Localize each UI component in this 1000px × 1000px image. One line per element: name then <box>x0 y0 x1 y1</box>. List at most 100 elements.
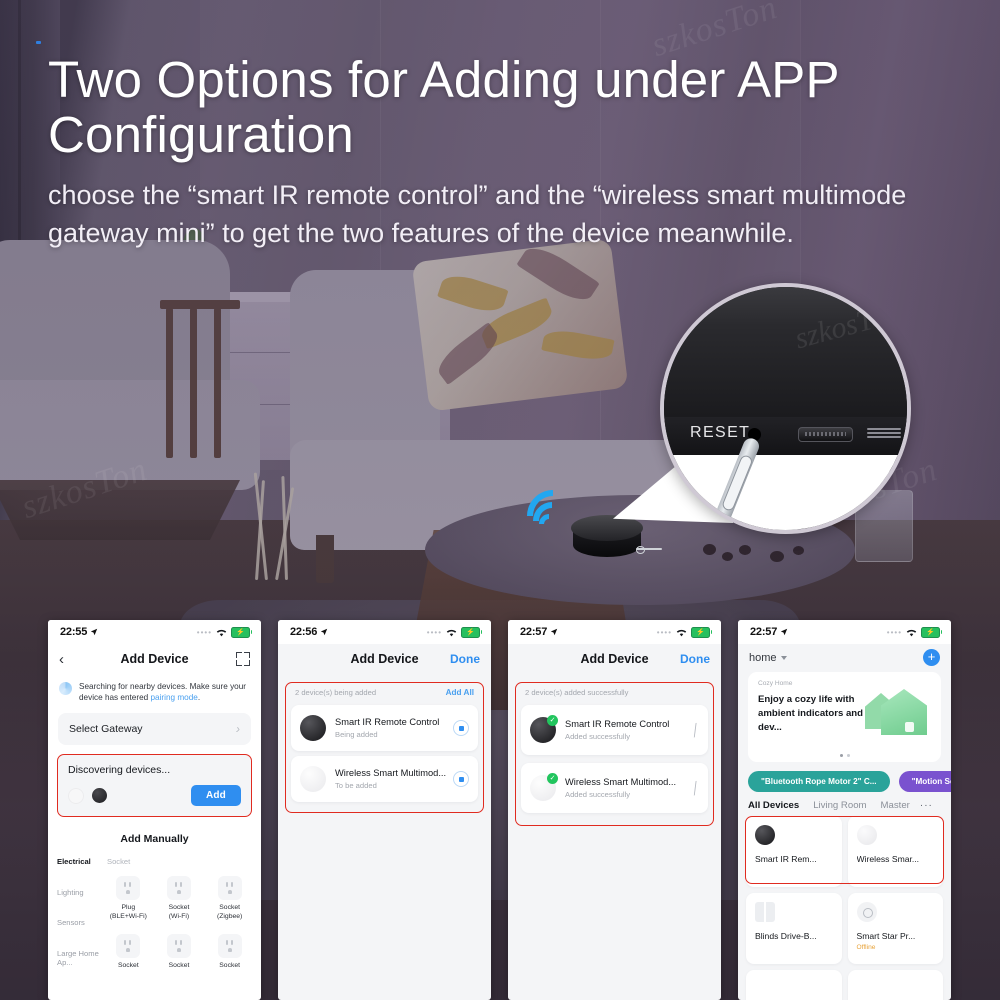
category-large-home-appliances[interactable]: Large Home Ap... <box>57 949 103 968</box>
device-card[interactable]: Smart IR Rem... <box>746 816 842 887</box>
devices-added-panel: 2 device(s) added successfully ✓ Smart I… <box>515 682 714 826</box>
device-type-item[interactable]: Socket (Zigbee) <box>204 876 255 922</box>
status-bar: 22:55 •••• ⚡ <box>48 620 261 644</box>
category-sensors[interactable]: Sensors <box>57 918 103 927</box>
socket-icon <box>116 933 141 958</box>
device-row[interactable]: ✓ Smart IR Remote Control Added successf… <box>521 705 708 755</box>
add-device-button[interactable]: + <box>923 649 940 666</box>
device-card[interactable]: Blinds Drive-B... <box>746 893 842 964</box>
select-gateway-row[interactable]: Select Gateway › <box>58 713 251 746</box>
category-electrical[interactable]: Electrical <box>57 857 103 866</box>
page-subtitle: choose the “smart IR remote control” and… <box>48 180 907 249</box>
battery-icon: ⚡ <box>691 626 712 638</box>
loading-spinner-icon <box>59 682 72 695</box>
device-icon-black: ✓ <box>530 715 558 743</box>
more-tabs-icon[interactable]: ··· <box>920 800 933 811</box>
tab-living-room[interactable]: Living Room <box>813 800 866 811</box>
device-thumb-black[interactable] <box>92 788 107 804</box>
device-icon-black <box>300 715 326 741</box>
vent-icon <box>867 426 901 440</box>
done-button[interactable]: Done <box>680 652 710 666</box>
device-type-item[interactable]: Socket <box>204 933 255 971</box>
status-time: 22:57 <box>750 626 778 638</box>
device-grid: Smart IR Rem... Wireless Smar... Blinds … <box>738 816 951 1000</box>
device-led <box>36 41 41 44</box>
searching-hint: Searching for nearby devices. Make sure … <box>48 674 261 712</box>
success-check-icon: ✓ <box>547 773 558 784</box>
pairing-mode-link[interactable]: pairing mode <box>150 693 197 702</box>
device-icon-white <box>856 825 877 845</box>
smart-ir-remote-device <box>571 515 643 559</box>
device-row[interactable]: Wireless Smart Multimod... To be added <box>291 756 478 802</box>
device-card[interactable] <box>847 970 943 1000</box>
device-type-item[interactable]: Plug (BLE+Wi-Fi) <box>103 876 154 922</box>
socket-icon <box>166 933 191 958</box>
battery-icon: ⚡ <box>921 626 942 638</box>
blinds-icon <box>755 902 775 922</box>
add-manually-title: Add Manually <box>120 833 189 846</box>
devices-being-added-panel: 2 device(s) being added Add All Smart IR… <box>285 682 484 813</box>
discovering-devices-panel: Discovering devices... Add <box>57 754 252 818</box>
status-bar: 22:57 •••• ⚡ <box>738 620 951 644</box>
home-name-label: home <box>749 651 777 664</box>
phone-screenshot-1: 22:55 •••• ⚡ ‹ Add Device Searching for … <box>48 620 261 1000</box>
chevron-down-icon <box>780 655 787 660</box>
device-card[interactable]: Smart Star Pr... Offline <box>847 893 943 964</box>
device-name: Blinds Drive-B... <box>755 931 817 941</box>
phone-screenshot-3: 22:57 •••• ⚡ Add Device Done 2 device(s)… <box>508 620 721 1000</box>
usb-port <box>798 427 853 442</box>
device-row[interactable]: ✓ Wireless Smart Multimod... Added succe… <box>521 763 708 813</box>
socket-icon <box>217 876 242 901</box>
cellular-dots-icon: •••• <box>426 627 442 637</box>
home-selector[interactable]: home <box>749 652 787 664</box>
device-progress-icon <box>453 720 469 736</box>
scan-code-icon[interactable] <box>236 652 250 666</box>
scene-pill-bluetooth-rope-motor[interactable]: "Bluetooth Rope Motor 2" C... <box>748 771 890 792</box>
nav-bar: Add Device Done <box>278 644 491 674</box>
device-type-item[interactable]: Socket <box>103 933 154 971</box>
cellular-dots-icon: •••• <box>656 627 672 637</box>
status-time: 22:56 <box>290 626 318 638</box>
device-row[interactable]: Smart IR Remote Control Being added <box>291 705 478 751</box>
wifi-icon <box>446 629 457 636</box>
nav-bar: ‹ Add Device <box>48 644 261 674</box>
reset-label: RESET <box>690 424 751 441</box>
list-header-count: 2 device(s) added successfully <box>525 688 629 697</box>
add-all-button[interactable]: Add All <box>446 688 474 697</box>
device-thumb-white[interactable] <box>68 787 84 804</box>
socket-icon <box>116 876 141 901</box>
tab-master[interactable]: Master <box>881 800 910 811</box>
magnifier-callout: RESET szkosTon <box>613 283 911 534</box>
hint-suffix: . <box>197 693 201 703</box>
scene-pill-motion-sensor[interactable]: "Motion Sen... <box>898 771 951 792</box>
location-arrow-icon <box>550 628 558 636</box>
device-icon-black <box>755 825 775 845</box>
house-illustration-icon <box>865 689 927 735</box>
phone-screenshot-2: 22:56 •••• ⚡ Add Device Done 2 device(s)… <box>278 620 491 1000</box>
device-type-item[interactable]: Socket (Wi-Fi) <box>154 876 205 922</box>
status-bar: 22:56 •••• ⚡ <box>278 620 491 644</box>
device-name: Wireless Smart Multimod... <box>335 768 447 778</box>
back-icon[interactable]: ‹ <box>59 652 64 667</box>
add-button[interactable]: Add <box>190 785 241 807</box>
home-header: home + <box>738 644 951 670</box>
chevron-right-icon: › <box>236 722 240 737</box>
location-arrow-icon <box>780 628 788 636</box>
sensor-icon <box>856 902 877 922</box>
category-lighting[interactable]: Lighting <box>57 888 103 897</box>
done-button[interactable]: Done <box>450 652 480 666</box>
tab-all-devices[interactable]: All Devices <box>748 800 799 811</box>
promo-banner[interactable]: Cozy Home Enjoy a cozy life with ambient… <box>748 672 941 762</box>
device-card[interactable] <box>746 970 842 1000</box>
discovering-title: Discovering devices... <box>68 764 171 777</box>
battery-icon: ⚡ <box>461 626 482 638</box>
location-arrow-icon <box>320 628 328 636</box>
device-type-item[interactable]: Socket <box>154 933 205 971</box>
device-status: Being added <box>335 730 378 739</box>
magnified-device-view: RESET szkosTon <box>660 283 911 534</box>
device-card[interactable]: Wireless Smar... <box>847 816 943 887</box>
device-type-grid: Plug (BLE+Wi-Fi) Socket (Wi-Fi) Socket (Zig… <box>103 876 255 970</box>
battery-icon: ⚡ <box>231 626 252 638</box>
device-name: Wireless Smart Multimod... <box>565 777 677 787</box>
status-time: 22:57 <box>520 626 548 638</box>
